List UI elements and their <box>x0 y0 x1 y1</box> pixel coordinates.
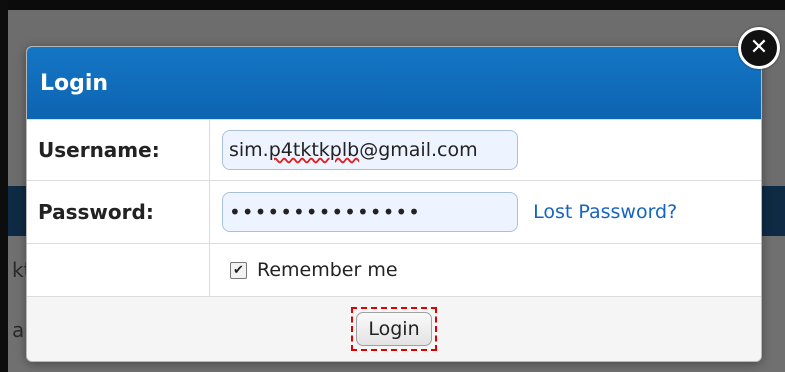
background-left-strip <box>0 0 8 372</box>
login-button-highlight: Login <box>351 307 437 351</box>
password-label: Password: <box>27 180 210 244</box>
login-dialog: Login Username: sim.p4tktkplb@gmail.com … <box>26 46 762 362</box>
background-top-band <box>8 0 785 10</box>
username-input[interactable]: sim.p4tktkplb@gmail.com <box>222 130 518 170</box>
username-text-prefix: sim. <box>229 139 269 161</box>
dialog-header: Login <box>27 47 761 119</box>
login-button[interactable]: Login <box>356 312 432 346</box>
dialog-title: Login <box>40 70 109 96</box>
login-form: Username: sim.p4tktkplb@gmail.com Passwo… <box>27 119 761 361</box>
lost-password-link[interactable]: Lost Password? <box>533 201 677 223</box>
username-label: Username: <box>27 119 210 181</box>
submit-row: Login <box>27 296 761 361</box>
remember-me-option[interactable]: ✔ Remember me <box>230 259 398 281</box>
remember-me-label: Remember me <box>257 259 398 282</box>
remember-me-checkbox[interactable]: ✔ <box>230 261 247 279</box>
password-input[interactable]: ••••••••••••••• <box>222 192 518 232</box>
username-text-misspelled: p4tktkplb <box>268 139 360 161</box>
username-text-suffix: @gmail.com <box>359 139 478 161</box>
close-icon[interactable]: ✕ <box>738 27 780 69</box>
empty-label-cell <box>27 243 210 297</box>
